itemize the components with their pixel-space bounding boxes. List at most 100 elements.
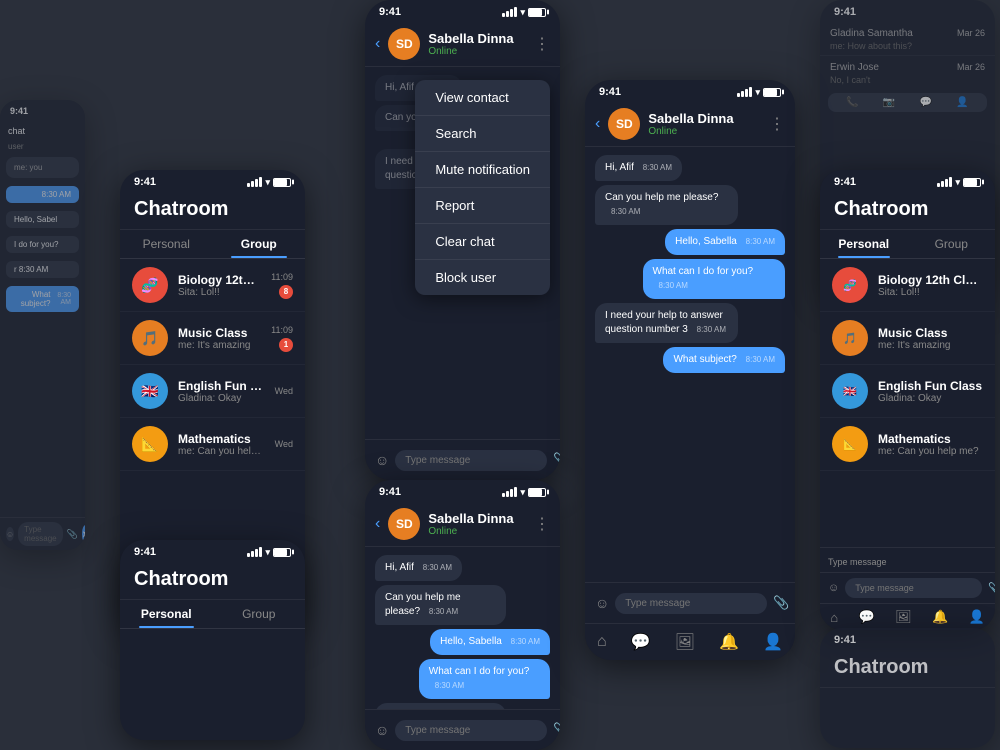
list-item[interactable]: 📐 Mathematics me: Can you help me? Wed — [120, 418, 305, 471]
message-row: Hello, Sabella 8:30 AM — [375, 629, 550, 655]
message-row: Can you help me please? 8:30 AM — [375, 585, 550, 625]
wifi-icon-2: ▾ — [265, 547, 270, 558]
msg-text: Hi, Afif — [385, 82, 414, 93]
list-item[interactable]: 🧬 Biology 12th Class Sita: Lol!! 11:09 8 — [120, 259, 305, 312]
back-button-cb[interactable]: ‹ — [375, 515, 380, 533]
chat-preview: me: It's amazing — [878, 340, 983, 351]
attachment-icon-cb[interactable]: 📎 — [553, 722, 560, 738]
context-view-contact[interactable]: View contact — [415, 80, 550, 116]
chat-name: Biology 12th Class — [878, 273, 983, 287]
chat-nav-rm[interactable]: 💬 — [858, 609, 874, 625]
notif-nav-rm[interactable]: 🔔 — [932, 609, 948, 625]
gallery-nav-rm[interactable]: 🖼 — [895, 609, 912, 625]
tab-bar[interactable]: Personal Group — [120, 230, 305, 259]
tab-personal-rm[interactable]: Personal — [820, 230, 908, 258]
status-icons: ▾ — [247, 177, 291, 188]
chat-info: Biology 12th Class Sita: Lol!! — [178, 273, 261, 298]
status-icons-c: ▾ — [502, 7, 546, 18]
home-nav-m[interactable]: ⌂ — [597, 633, 607, 651]
status-bar-rm: 9:41 ▾ — [820, 170, 995, 192]
chat-preview: Gladina: Okay — [878, 393, 983, 404]
emoji-icon-m[interactable]: ☺ — [595, 595, 609, 611]
tab-group-rm[interactable]: Group — [908, 230, 996, 258]
avatar: 🇬🇧 — [832, 373, 868, 409]
time: 9:41 — [134, 176, 156, 188]
app-title-rm: Chatroom — [834, 198, 981, 221]
list-item[interactable]: 🧬 Biology 12th Class Sita: Lol!! — [820, 259, 995, 312]
more-button-m[interactable]: ⋮ — [769, 114, 785, 134]
context-clear-chat[interactable]: Clear chat — [415, 224, 550, 260]
chat-name: Biology 12th Class — [178, 273, 261, 287]
list-item[interactable]: 🇬🇧 English Fun Class Gladina: Okay Wed — [120, 365, 305, 418]
chat-preview: Gladina: Okay — [178, 393, 265, 404]
message-input-cb[interactable] — [395, 720, 547, 741]
context-report[interactable]: Report — [415, 188, 550, 224]
chat-meta: Wed — [275, 386, 293, 396]
chat-preview: me: It's amazing — [178, 340, 261, 351]
message-row: What can I do for you? 8:30 AM — [375, 659, 550, 699]
message-row: What can I do for you? 8:30 AM — [595, 259, 785, 299]
unread-badge: 1 — [279, 338, 293, 352]
msg-bubble-sent: What can I do for you? 8:30 AM — [643, 259, 786, 299]
signal-icon-c — [502, 7, 517, 17]
message-input-rm[interactable] — [845, 578, 982, 598]
contact-erwin: Erwin Jose — [830, 62, 879, 73]
more-button-c[interactable]: ⋮ — [534, 34, 550, 54]
back-button-m[interactable]: ‹ — [595, 115, 600, 133]
chat-meta: 11:09 1 — [271, 325, 293, 352]
list-item[interactable]: 📐 Mathematics me: Can you help me? — [820, 418, 995, 471]
emoji-icon-cb[interactable]: ☺ — [375, 722, 389, 738]
message-row: What subject? 8:30 AM — [595, 347, 785, 373]
phone-left-partial: 9:41 chat user me: you 8:30 AM Hello, Sa… — [0, 100, 85, 550]
chat-header-2: Chatroom — [120, 562, 305, 600]
back-button-c[interactable]: ‹ — [375, 35, 380, 53]
chat-nav-m[interactable]: 💬 — [631, 632, 651, 652]
signal-icon-rm — [937, 177, 952, 187]
list-item[interactable]: 🎵 Music Class me: It's amazing — [820, 312, 995, 365]
profile-nav-m[interactable]: 👤 — [763, 632, 783, 652]
app-title: Chatroom — [134, 198, 291, 221]
home-nav-rm[interactable]: ⌂ — [830, 610, 838, 625]
attachment-icon-c[interactable]: 📎 — [553, 452, 560, 468]
bottom-nav-m: ⌂ 💬 🖼 🔔 👤 — [585, 623, 795, 660]
status-bar-cb: 9:41 ▾ — [365, 480, 560, 502]
list-item[interactable]: 🇬🇧 English Fun Class Gladina: Okay — [820, 365, 995, 418]
status-bar: 9:41 ▾ — [120, 170, 305, 192]
emoji-icon-rm[interactable]: ☺ — [828, 582, 839, 594]
app-title-rb: Chatroom — [834, 656, 981, 679]
wifi-icon-c: ▾ — [520, 7, 525, 18]
avatar-m: SD — [608, 108, 640, 140]
signal-icon-cb — [502, 487, 517, 497]
battery-icon — [273, 178, 291, 187]
context-block[interactable]: Block user — [415, 260, 550, 295]
contact-status-c: Online — [428, 46, 526, 57]
list-item[interactable]: 🎵 Music Class me: It's amazing 11:09 1 — [120, 312, 305, 365]
context-mute[interactable]: Mute notification — [415, 152, 550, 188]
avatar: 📐 — [132, 426, 168, 462]
message-input-m[interactable] — [615, 593, 767, 614]
status-bar-rt: 9:41 — [820, 0, 995, 22]
status-icons-2: ▾ — [247, 547, 291, 558]
contact-name-c: Sabella Dinna — [428, 31, 526, 46]
tab-personal-2[interactable]: Personal — [120, 600, 213, 628]
more-button-cb[interactable]: ⋮ — [534, 514, 550, 534]
profile-nav-rm[interactable]: 👤 — [969, 609, 985, 625]
tab-group[interactable]: Group — [213, 230, 306, 258]
message-input-c[interactable] — [395, 450, 547, 471]
tab-bar-2[interactable]: Personal Group — [120, 600, 305, 629]
time-gladina: Mar 26 — [957, 28, 985, 39]
status-icons-rm: ▾ — [937, 177, 981, 188]
wifi-icon-cb: ▾ — [520, 487, 525, 498]
gallery-nav-m[interactable]: 🖼 — [675, 632, 695, 652]
input-area-rm: ☺ 📎 ➤ — [820, 572, 995, 603]
context-search[interactable]: Search — [415, 116, 550, 152]
chat-list-rm: 🧬 Biology 12th Class Sita: Lol!! 🎵 Music… — [820, 259, 995, 471]
attachment-icon-rm[interactable]: 📎 — [988, 582, 995, 595]
attachment-icon-m[interactable]: 📎 — [773, 595, 789, 611]
notif-nav-m[interactable]: 🔔 — [719, 632, 739, 652]
emoji-icon-c[interactable]: ☺ — [375, 452, 389, 468]
tab-personal[interactable]: Personal — [120, 230, 213, 258]
chat-preview: Sita: Lol!! — [178, 287, 261, 298]
tab-group-2[interactable]: Group — [213, 600, 306, 628]
tab-bar-rm[interactable]: Personal Group — [820, 230, 995, 259]
